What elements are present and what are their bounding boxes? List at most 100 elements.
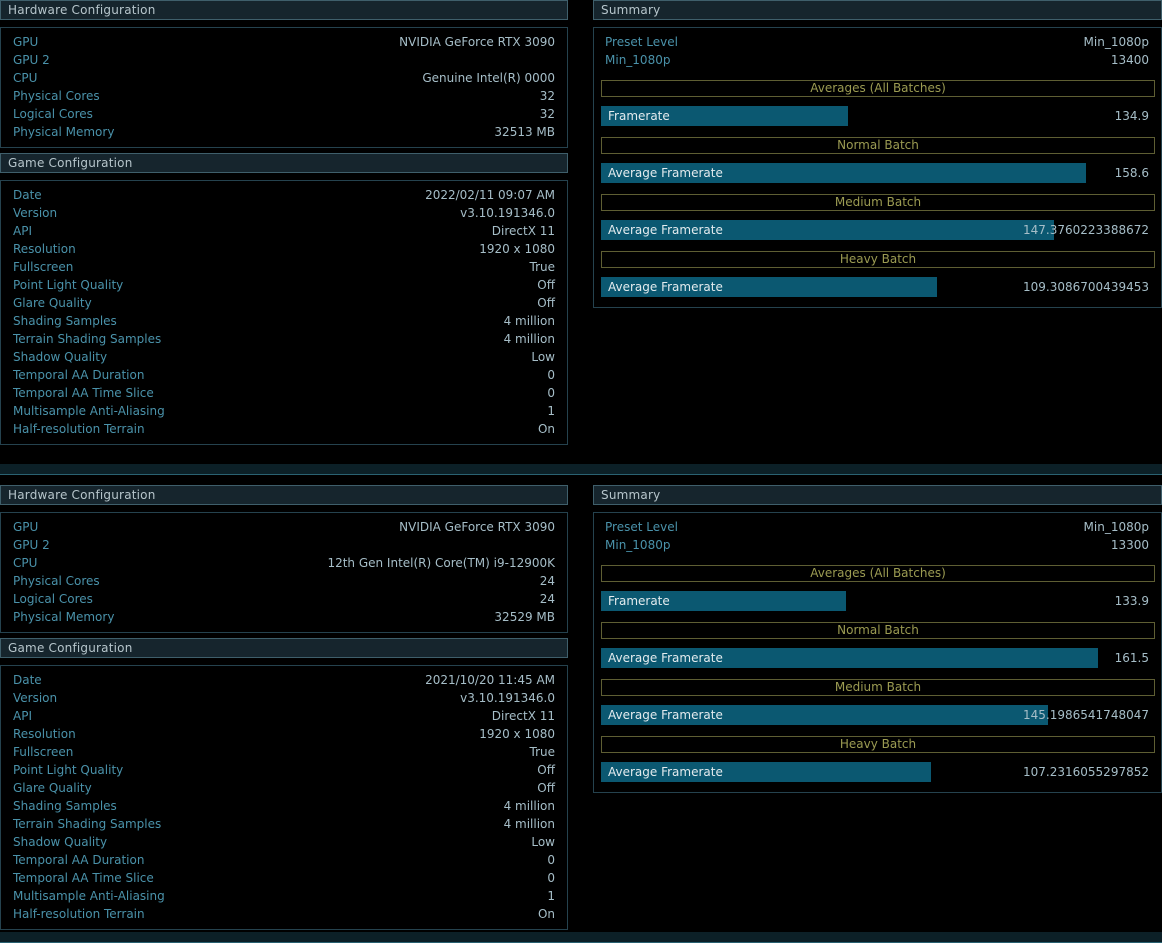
config-label: Glare Quality [13,781,92,796]
config-value: Off [537,781,555,796]
config-row: Version v3.10.191346.0 [13,204,555,222]
batch-section: Medium Batch Average Framerate 145.19865… [601,679,1155,726]
batch-section: Averages (All Batches) Framerate 134.9 [601,80,1155,126]
config-value: DirectX 11 [491,709,555,724]
benchmark-result-panel-2: Hardware Configuration GPU NVIDIA GeForc… [0,485,1162,932]
config-value: 12th Gen Intel(R) Core(TM) i9-12900K [327,556,555,571]
config-label: Shadow Quality [13,835,108,850]
framerate-value: 145.1986541748047 [1023,708,1149,723]
config-row: GPU NVIDIA GeForce RTX 3090 [13,33,555,51]
config-row: Logical Cores 24 [13,590,555,608]
config-value: 2021/10/20 11:45 AM [425,673,555,688]
config-row: Shading Samples 4 million [13,312,555,330]
framerate-value: 147.3760223388672 [1023,223,1149,237]
summary-label: Min_1080p [605,53,671,67]
config-row: Point Light Quality Off [13,276,555,294]
config-value: Off [537,296,555,310]
batch-section-header: Heavy Batch [601,251,1155,268]
section-title: Hardware Configuration [8,3,156,17]
summary-label: Preset Level [605,520,678,535]
config-label: Shading Samples [13,799,117,814]
config-row: Physical Cores 24 [13,572,555,590]
framerate-bar-label: Average Framerate [608,708,723,723]
config-row: Date 2021/10/20 11:45 AM [13,671,555,689]
config-label: Logical Cores [13,107,93,121]
framerate-value: 161.5 [1114,651,1149,666]
config-row: GPU 2 [13,51,555,69]
summary-value: Min_1080p [1083,520,1149,535]
config-value: 4 million [503,799,555,814]
config-label: Physical Cores [13,574,100,589]
config-label: Fullscreen [13,260,74,274]
section-title: Summary [601,488,661,503]
config-label: Temporal AA Time Slice [13,386,154,400]
summary-header: Summary [593,0,1162,20]
hardware-configuration-box: GPU NVIDIA GeForce RTX 3090 GPU 2 CPU Ge… [0,27,568,148]
game-configuration-header: Game Configuration [0,153,568,173]
config-label: Half-resolution Terrain [13,907,145,922]
configuration-column: Hardware Configuration GPU NVIDIA GeForc… [0,485,568,932]
config-row: Glare Quality Off [13,294,555,312]
config-row: CPU 12th Gen Intel(R) Core(TM) i9-12900K [13,554,555,572]
config-row: Half-resolution Terrain On [13,420,555,438]
batch-section-title: Averages (All Batches) [810,566,946,581]
config-row: Multisample Anti-Aliasing 1 [13,402,555,420]
config-label: Terrain Shading Samples [13,332,162,346]
summary-box: Preset Level Min_1080p Min_1080p 13300 A… [593,512,1162,794]
config-label: Physical Memory [13,610,115,625]
config-row: Half-resolution Terrain On [13,905,555,923]
config-label: Version [13,206,58,220]
batch-section-header: Normal Batch [601,137,1155,154]
summary-row: Preset Level Min_1080p [601,33,1155,51]
config-row: Point Light Quality Off [13,761,555,779]
config-row: Terrain Shading Samples 4 million [13,330,555,348]
config-value: 1 [547,889,555,904]
config-value: 32513 MB [494,125,555,139]
panel-divider [0,463,1162,476]
config-value: 0 [547,386,555,400]
config-value: Low [531,835,555,850]
summary-column: Summary Preset Level Min_1080p Min_1080p… [593,0,1162,447]
config-value: 32529 MB [494,610,555,625]
framerate-bar-label: Average Framerate [608,166,723,180]
batch-section-title: Heavy Batch [839,252,917,266]
config-value: 1920 x 1080 [479,242,555,256]
config-value: 4 million [503,817,555,832]
config-value: DirectX 11 [491,224,555,238]
config-label: GPU 2 [13,53,50,67]
config-row: Shadow Quality Low [13,833,555,851]
config-label: Shading Samples [13,314,117,328]
config-row: Physical Memory 32529 MB [13,608,555,626]
batch-section-header: Normal Batch [601,622,1155,640]
config-label: GPU [13,520,39,535]
config-value: NVIDIA GeForce RTX 3090 [399,520,555,535]
batch-section: Normal Batch Average Framerate 161.5 [601,622,1155,669]
config-row: Temporal AA Time Slice 0 [13,869,555,887]
hardware-configuration-header: Hardware Configuration [0,0,568,20]
config-label: GPU 2 [13,538,50,553]
framerate-bar-label: Framerate [608,594,670,609]
summary-preset-rows: Preset Level Min_1080p Min_1080p 13300 [601,518,1155,554]
config-value: 32 [539,107,555,121]
summary-label: Preset Level [605,35,678,49]
batch-section-header: Medium Batch [601,194,1155,211]
config-value: 1920 x 1080 [479,727,555,742]
summary-row: Preset Level Min_1080p [601,518,1155,536]
batch-section-header: Averages (All Batches) [601,565,1155,583]
bottom-divider [0,932,1162,943]
config-value: 0 [547,853,555,868]
batch-section-title: Averages (All Batches) [810,81,946,95]
section-title: Game Configuration [8,641,133,656]
config-row: GPU NVIDIA GeForce RTX 3090 [13,518,555,536]
framerate-bar-row: Framerate 134.9 [601,106,1155,126]
framerate-bar-row: Average Framerate 107.2316055297852 [601,762,1155,783]
config-value: Off [537,763,555,778]
config-label: Version [13,691,58,706]
config-value: 1 [547,404,555,418]
config-value: 24 [539,574,555,589]
config-row: Logical Cores 32 [13,105,555,123]
config-row: Multisample Anti-Aliasing 1 [13,887,555,905]
config-value: 32 [539,89,555,103]
config-label: API [13,709,32,724]
benchmark-result-panel-1: Hardware Configuration GPU NVIDIA GeForc… [0,0,1162,447]
